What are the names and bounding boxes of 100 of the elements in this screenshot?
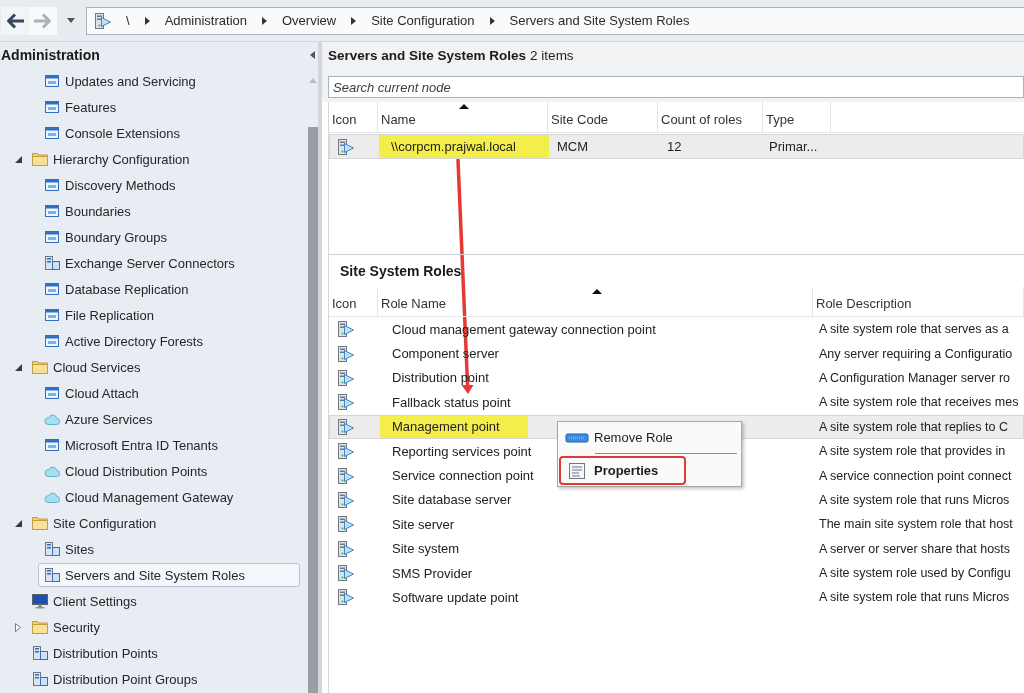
menu-item[interactable]: Properties [559,456,687,485]
table-cell[interactable]: Software update point [380,586,519,609]
tree-item[interactable]: Distribution Point Groups [26,667,300,691]
table-cell-text: A site system role that runs Micros [818,590,1011,605]
breadcrumb-item[interactable]: \ [126,13,130,28]
breadcrumb-item[interactable]: Administration [164,13,247,28]
tree-item[interactable]: Active Directory Forests [38,329,300,353]
column-header[interactable]: Icon [329,102,378,132]
tree-item[interactable]: Servers and Site System Roles [38,563,300,587]
server-icon [337,344,354,363]
table-cell-text: The main site system role that host [818,517,1014,532]
table-cell: \\corpcm.prajwal.local [379,135,549,158]
table-cell[interactable]: Fallback status point [380,391,511,414]
breadcrumb-item[interactable]: Site Configuration [371,13,475,28]
server-icon [337,393,354,412]
breadcrumb-separator-icon[interactable] [351,16,357,25]
tree-item[interactable]: Cloud Attach [38,381,300,405]
server-icon [44,567,60,583]
breadcrumb-separator-icon[interactable] [262,16,267,25]
server-icon [337,515,354,534]
server-icon [44,541,60,557]
scrollbar-thumb[interactable] [308,127,318,693]
table-cell-text: A site system role used by Configu [818,566,1012,581]
column-header[interactable]: Icon [329,287,378,316]
cloud-icon [44,463,60,479]
tree-item[interactable]: Sites [38,537,300,561]
tree-item[interactable]: Boundaries [38,199,300,223]
folder-icon [32,359,48,375]
tree-item[interactable]: Security [26,615,300,639]
tree-item[interactable]: Azure Services [38,407,300,431]
table-cell[interactable]: Management point [380,415,528,438]
server-icon [337,588,354,607]
section-title: Site System Roles [339,262,463,281]
column-header[interactable]: Site Code [548,102,658,132]
table-cell[interactable]: SMS Provider [380,561,473,585]
table-cell-text: A service connection point connect [818,468,1013,483]
breadcrumb-separator-icon[interactable] [144,16,150,25]
back-button[interactable] [1,6,29,35]
table-cell[interactable]: Site server [380,513,455,536]
server-icon [337,442,354,461]
collapse-icon[interactable] [310,51,315,59]
tree-item[interactable]: Cloud Distribution Points [38,459,300,483]
arrow-left-icon [5,11,25,30]
tree-item[interactable]: Database Replication [38,277,300,301]
server-icon [337,137,354,156]
window-icon [44,203,60,219]
column-header[interactable]: Count of roles [658,102,763,132]
tree-item[interactable]: Exchange Server Connectors [38,251,300,275]
breadcrumb-item[interactable]: Overview [282,13,337,28]
server-icon [44,255,60,271]
server-icon [337,466,354,485]
tree-item[interactable]: Client Settings [26,589,300,613]
pane-title: Servers and Site System Roles [328,47,527,63]
tree-item[interactable]: Updates and Servicing [38,69,300,93]
table-cell-text: A site system role that receives mes [818,395,1020,410]
search-field[interactable]: Search current node [328,76,1024,98]
server-icon [337,564,354,583]
window-icon [44,229,60,245]
tree-item[interactable]: Cloud Management Gateway [38,485,300,509]
table-cell[interactable]: Service connection point [380,464,534,487]
expanded-arrow-icon[interactable] [14,155,22,163]
tree-item[interactable]: Microsoft Entra ID Tenants [38,433,300,457]
table-cell[interactable]: Reporting services point [380,439,532,463]
server-icon [337,320,354,339]
table-cell-text: A server or server share that hosts [818,541,1012,556]
table-cell[interactable]: Site database server [380,488,512,512]
tree-item[interactable]: Boundary Groups [38,225,300,249]
breadcrumb-separator-icon[interactable] [489,16,495,25]
tree-item[interactable]: Console Extensions [38,121,300,145]
cloud-icon [44,489,60,505]
tree-item[interactable]: Distribution Points [26,641,300,665]
address-bar[interactable]: \ Administration Overview Site Configuration Servers and Site System Roles [86,6,1024,35]
table-cell-text: A site system role that provides in [818,444,1007,459]
column-header[interactable]: Role Name [378,287,813,316]
expanded-arrow-icon[interactable] [14,363,22,371]
window-icon [44,281,60,297]
tree-item[interactable]: Site Configuration [26,511,300,535]
folder-icon [32,619,48,635]
pane-title: Administration [1,47,100,63]
cloud-icon [44,411,60,427]
collapsed-arrow-icon[interactable] [15,622,21,632]
window-icon [44,125,60,141]
expanded-arrow-icon[interactable] [14,519,22,527]
folder-icon [32,151,48,167]
breadcrumb-item[interactable]: Servers and Site System Roles [509,13,690,28]
column-header[interactable]: Type [763,102,831,132]
server-icon [94,11,111,30]
server-icon [337,539,354,558]
folder-icon [32,515,48,531]
item-count: 2 items [530,47,574,63]
menu-item[interactable]: Remove Role [559,423,701,452]
tree-item[interactable]: Cloud Services [26,355,300,379]
column-header[interactable]: Role Description [813,287,1024,316]
tree-item[interactable]: File Replication [38,303,300,327]
tree-item[interactable]: Hierarchy Configuration [26,147,300,171]
column-header[interactable]: Name [378,102,548,132]
tree-item[interactable]: Features [38,95,300,119]
tree-item[interactable]: Discovery Methods [38,173,300,197]
table-cell[interactable]: Site system [380,537,460,560]
table-row[interactable]: \\corpcm.prajwal.local MCM 12 Primar... [329,134,1024,159]
